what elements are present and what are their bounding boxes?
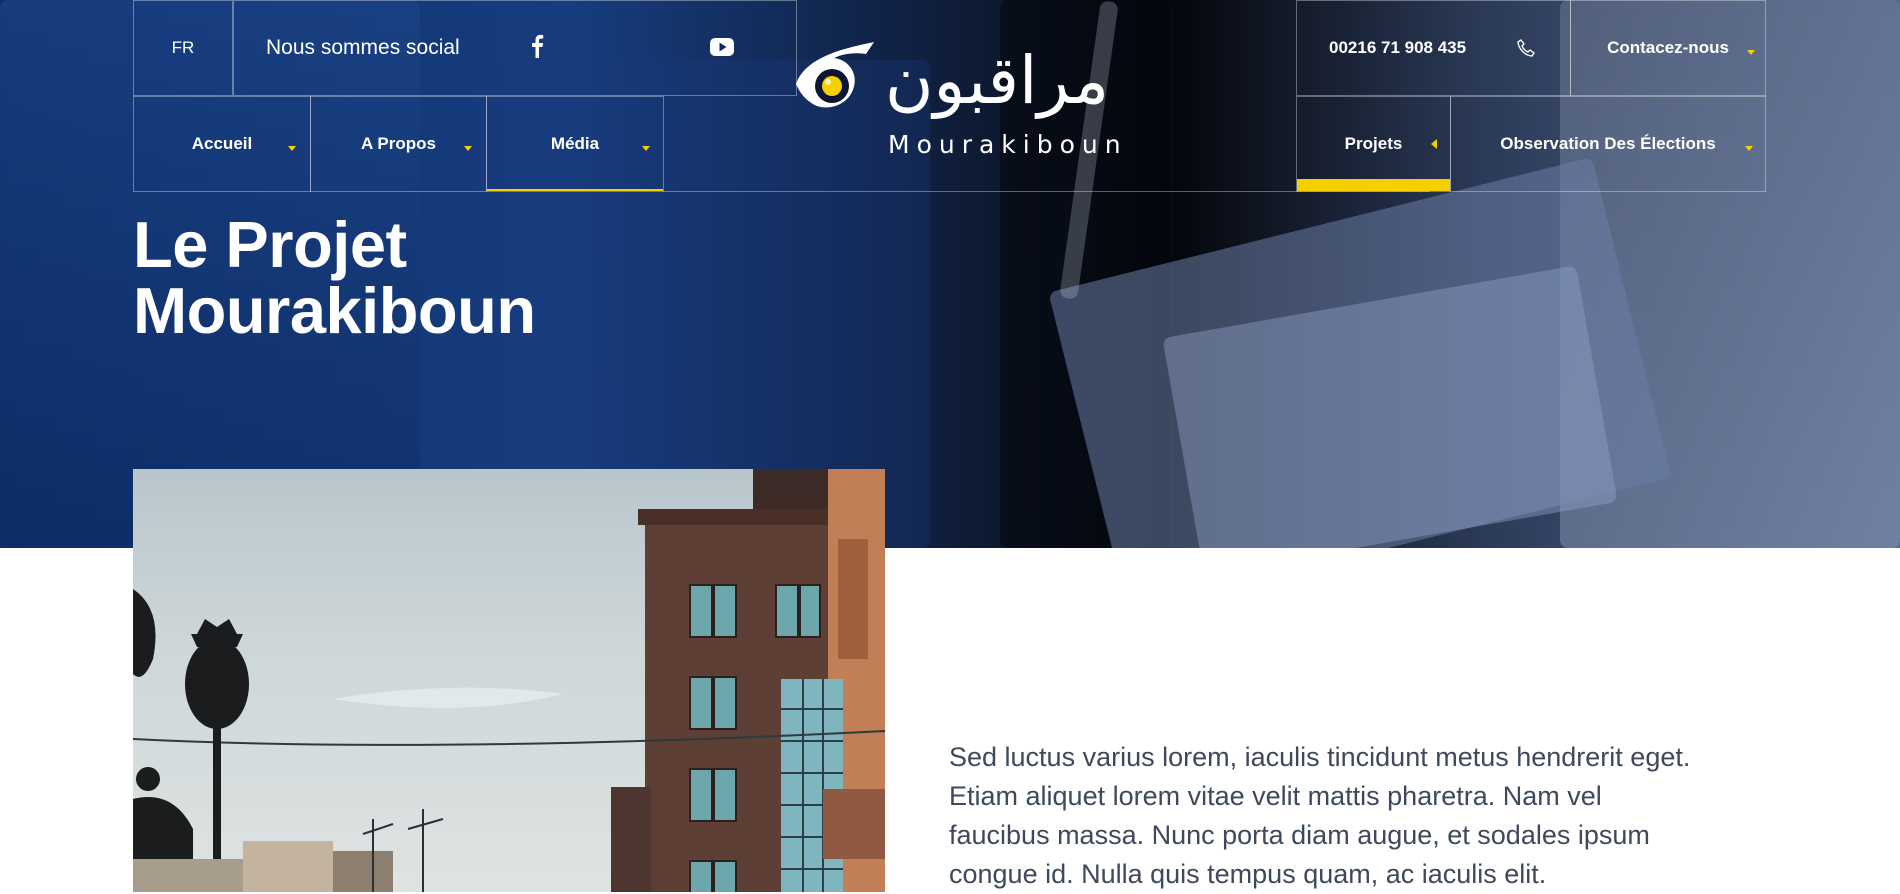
logo-arabic-text: مراقبون <box>885 42 1110 119</box>
nav-item-accueil[interactable]: Accueil <box>133 96 311 192</box>
nav-item-label: Observation Des Élections <box>1500 134 1716 153</box>
eye-icon <box>796 42 874 108</box>
social-bar: Nous sommes social <box>233 0 797 96</box>
logo-latin-text: Mourakiboun <box>888 130 1128 159</box>
active-indicator <box>487 189 663 191</box>
phone-number: 00216 71 908 435 <box>1329 38 1467 57</box>
nav-item-observation-elections[interactable]: Observation Des Élections <box>1450 96 1766 192</box>
active-indicator <box>1297 179 1450 191</box>
youtube-icon[interactable] <box>710 38 734 61</box>
chevron-down-icon <box>464 146 472 151</box>
phone-contact[interactable]: 00216 71 908 435 <box>1296 0 1571 96</box>
nav-item-label: Accueil <box>191 134 253 153</box>
facebook-icon[interactable] <box>530 34 544 63</box>
contact-menu[interactable]: Contacez-nous <box>1570 0 1766 96</box>
project-description: Sed luctus varius lorem, iaculis tincidu… <box>949 742 1691 889</box>
nav-item-label: Média <box>550 134 600 153</box>
chevron-down-icon <box>1747 50 1755 55</box>
nav-item-label: A Propos <box>361 134 436 153</box>
language-label: FR <box>171 38 195 57</box>
page-title-line-2: Mourakiboun <box>133 274 536 347</box>
chevron-down-icon <box>642 146 650 151</box>
chevron-left-icon <box>1431 139 1437 149</box>
page-title-line-1: Le Projet <box>133 208 407 281</box>
language-switcher[interactable]: FR <box>133 0 233 96</box>
nav-item-a-propos[interactable]: A Propos <box>310 96 487 192</box>
nav-item-projets[interactable]: Projets <box>1296 96 1451 192</box>
phone-icon <box>1516 38 1536 63</box>
nav-item-label: Projets <box>1344 134 1403 153</box>
project-photo <box>133 469 885 892</box>
chevron-down-icon <box>1745 146 1753 151</box>
chevron-down-icon <box>288 146 296 151</box>
page-title: Le Projet Mourakiboun <box>133 212 536 344</box>
nav-item-media[interactable]: Média <box>486 96 664 192</box>
social-label: Nous sommes social <box>266 36 460 59</box>
contact-label: Contacez-nous <box>1607 38 1729 57</box>
